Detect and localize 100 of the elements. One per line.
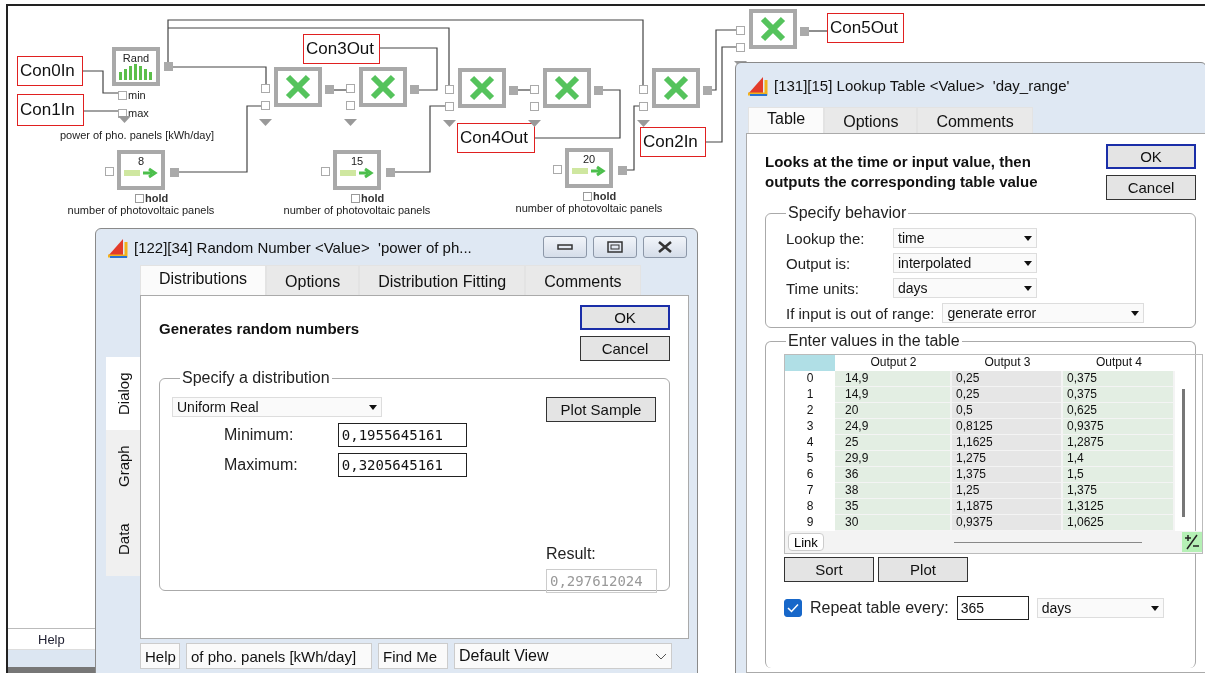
multiply-node[interactable] [458, 68, 506, 108]
table-cell[interactable]: 0,5 [952, 403, 1063, 419]
table-cell[interactable]: 0,9375 [952, 515, 1063, 531]
table-cell[interactable]: 1,25 [952, 483, 1063, 499]
constant-node[interactable]: 15 [333, 150, 381, 190]
behavior-dropdown[interactable]: days [893, 278, 1037, 298]
table-cell[interactable]: 0,375 [1063, 387, 1175, 403]
hold-checkbox[interactable] [135, 193, 144, 203]
tab[interactable]: Options [824, 107, 918, 133]
chevron-icon [655, 652, 667, 660]
behavior-dropdown[interactable]: time [893, 228, 1037, 248]
minimize-button[interactable] [543, 236, 587, 258]
input-field[interactable]: 0,3205645161 [337, 453, 467, 477]
plot-button[interactable]: Plot [878, 557, 968, 582]
help-label[interactable]: Help [38, 632, 65, 647]
close-button[interactable] [643, 236, 687, 258]
table-cell[interactable]: 14,9 [835, 387, 952, 403]
connector-line [333, 89, 347, 91]
tab[interactable]: Comments [525, 265, 641, 295]
random-node[interactable]: Rand [112, 47, 160, 86]
input-port[interactable] [553, 165, 562, 174]
side-tab[interactable]: Data [106, 503, 140, 576]
maximize-button[interactable] [593, 236, 637, 258]
plot-sample-button[interactable]: Plot Sample [546, 397, 656, 422]
table-cell[interactable]: 1,0625 [1063, 515, 1175, 531]
sort-button[interactable]: Sort [784, 557, 874, 582]
multiply-icon [760, 16, 786, 42]
multiply-node[interactable] [543, 68, 591, 108]
table-cell[interactable]: 1,1875 [952, 499, 1063, 515]
node-value: 15 [350, 155, 364, 167]
node-value: 20 [582, 153, 596, 165]
view-dropdown[interactable]: Default View [454, 643, 672, 669]
table-cell[interactable]: 14,9 [835, 371, 952, 387]
tab[interactable]: Options [266, 265, 360, 295]
table-cell[interactable]: 0,25 [952, 371, 1063, 387]
connector-label[interactable]: Con1In [17, 94, 84, 126]
add-remove-icon[interactable] [1182, 532, 1202, 552]
table-cell[interactable]: 20 [835, 403, 952, 419]
hold-checkbox[interactable] [351, 193, 360, 203]
table-cell[interactable]: 0,625 [1063, 403, 1175, 419]
unit-dropdown[interactable]: days [1036, 598, 1164, 618]
repeat-field[interactable]: 365 [956, 596, 1029, 620]
name-field[interactable]: of pho. panels [kWh/day] [186, 643, 372, 669]
side-tab[interactable]: Dialog [106, 357, 140, 430]
table-cell[interactable]: 1,275 [952, 451, 1063, 467]
table-cell[interactable]: 1,4 [1063, 451, 1175, 467]
table-cell[interactable]: 29,9 [835, 451, 952, 467]
table-cell[interactable]: 38 [835, 483, 952, 499]
multiply-node[interactable] [749, 9, 797, 49]
distribution-dropdown[interactable]: Uniform Real [172, 397, 382, 417]
histogram-icon [119, 64, 153, 80]
ok-button[interactable]: OK [580, 305, 670, 330]
constant-node[interactable]: 8 [117, 150, 165, 190]
behavior-dropdown[interactable]: interpolated [893, 253, 1037, 273]
connector-label[interactable]: Con0In [17, 56, 83, 86]
scrollbar[interactable] [1181, 389, 1185, 517]
side-tab[interactable]: Graph [106, 430, 140, 503]
table-cell[interactable]: 30 [835, 515, 952, 531]
table-cell[interactable]: 1,375 [952, 467, 1063, 483]
tab[interactable]: Comments [917, 107, 1033, 133]
multiply-node[interactable] [359, 67, 407, 107]
multiply-node[interactable] [652, 68, 700, 108]
help-button[interactable]: Help [140, 643, 180, 669]
table-cell[interactable]: 0,9375 [1063, 419, 1175, 435]
find-me-button[interactable]: Find Me [378, 643, 448, 669]
connector-label[interactable]: Con5Out [827, 13, 904, 43]
cancel-button[interactable]: Cancel [580, 336, 670, 361]
table-cell[interactable]: 1,2875 [1063, 435, 1175, 451]
input-port[interactable] [105, 167, 114, 176]
connector-label[interactable]: Con4Out [457, 123, 535, 153]
table-cell[interactable]: 25 [835, 435, 952, 451]
table-cell[interactable]: 0,375 [1063, 371, 1175, 387]
port-label: min [128, 89, 146, 101]
input-port[interactable] [321, 167, 330, 176]
multiply-node[interactable] [274, 67, 322, 107]
table-cell[interactable]: 36 [835, 467, 952, 483]
hold-checkbox[interactable] [583, 191, 592, 201]
table-cell[interactable]: 35 [835, 499, 952, 515]
connector-label[interactable]: Con2In [640, 127, 706, 157]
tab[interactable]: Distributions [140, 265, 267, 295]
table-cell[interactable]: 1,3125 [1063, 499, 1175, 515]
input-field[interactable]: 0,1955645161 [337, 423, 467, 447]
table-cell[interactable]: 0,8125 [952, 419, 1063, 435]
behavior-dropdown[interactable]: generate error [942, 303, 1145, 323]
table-cell[interactable]: 24,9 [835, 419, 952, 435]
table-cell[interactable]: 1,375 [1063, 483, 1175, 499]
ok-button[interactable]: OK [1106, 144, 1196, 169]
tab[interactable]: Distribution Fitting [359, 265, 526, 295]
connector-label[interactable]: Con3Out [303, 34, 380, 64]
field-label: Lookup the: [786, 229, 866, 247]
link-button[interactable]: Link [788, 533, 824, 551]
table-cell[interactable]: 1,5 [1063, 467, 1175, 483]
table-cell[interactable]: 1,1625 [952, 435, 1063, 451]
constant-node[interactable]: 20 [565, 148, 613, 188]
tab[interactable]: Table [748, 107, 825, 133]
field-label: Output is: [786, 254, 852, 272]
repeat-checkbox[interactable] [784, 599, 802, 617]
dialog-title: [131][15] Lookup Table <Value> 'day_range' [774, 76, 1071, 94]
cancel-button[interactable]: Cancel [1106, 175, 1196, 200]
table-cell[interactable]: 0,25 [952, 387, 1063, 403]
